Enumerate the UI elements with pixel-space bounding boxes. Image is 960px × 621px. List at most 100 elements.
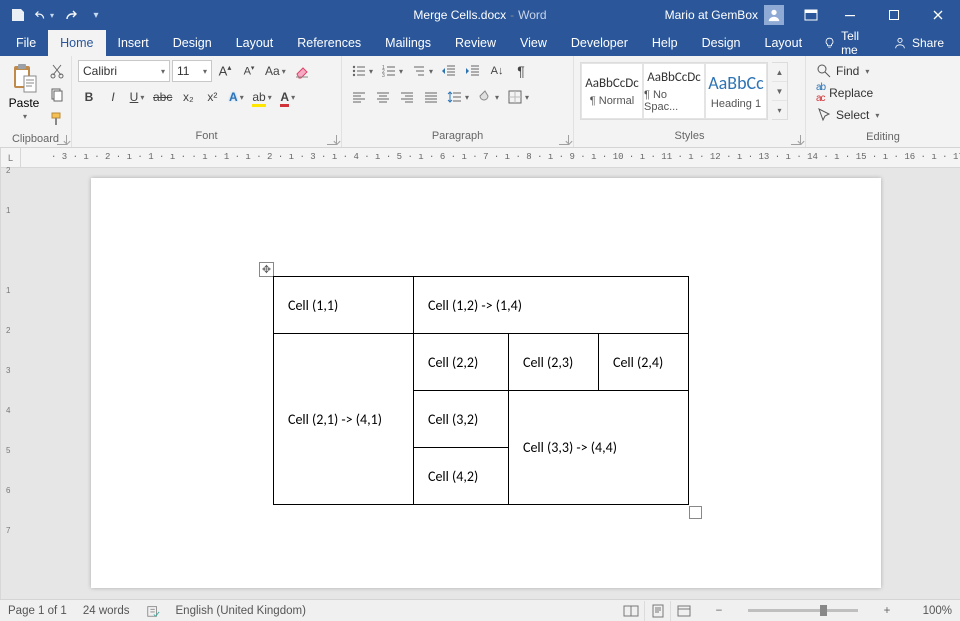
zoom-in-button[interactable]: + — [880, 605, 894, 617]
tab-design[interactable]: Design — [161, 30, 224, 56]
copy-button[interactable] — [46, 84, 68, 106]
undo-button[interactable]: ▾ — [34, 5, 54, 25]
table-cell[interactable]: Cell (2,1) -> (4,1) — [274, 334, 414, 505]
subscript-button[interactable]: x₂ — [177, 86, 199, 108]
decrease-indent-button[interactable] — [438, 60, 460, 82]
tab-references[interactable]: References — [285, 30, 373, 56]
select-button[interactable]: Select▾ — [812, 104, 883, 126]
redo-button[interactable] — [60, 5, 80, 25]
status-language[interactable]: English (United Kingdom) — [176, 605, 306, 617]
view-read-mode[interactable] — [618, 601, 644, 621]
sort-button[interactable]: A↓ — [486, 60, 508, 82]
page[interactable]: ✥ Cell (1,1) Cell (1,2) -> (1,4) Cell (2… — [91, 178, 881, 588]
table-cell[interactable]: Cell (2,2) — [414, 334, 509, 391]
change-case-button[interactable]: Aa▾ — [262, 60, 289, 82]
increase-indent-button[interactable] — [462, 60, 484, 82]
user-account[interactable]: Mario at GemBox — [655, 5, 794, 25]
tab-help[interactable]: Help — [640, 30, 690, 56]
replace-button[interactable]: abac Replace — [812, 82, 877, 104]
table-cell[interactable]: Cell (3,3) -> (4,4) — [509, 391, 689, 505]
tab-layout[interactable]: Layout — [224, 30, 286, 56]
qat-customize-button[interactable]: ▾ — [86, 5, 106, 25]
superscript-button[interactable]: x² — [201, 86, 223, 108]
share-button[interactable]: Share — [885, 36, 952, 50]
tab-view[interactable]: View — [508, 30, 559, 56]
status-page[interactable]: Page 1 of 1 — [8, 605, 67, 617]
zoom-level[interactable]: 100% — [910, 605, 952, 617]
table-move-handle[interactable]: ✥ — [259, 262, 274, 277]
align-right-button[interactable] — [396, 86, 418, 108]
table-cell[interactable]: Cell (2,4) — [599, 334, 689, 391]
styles-scroll[interactable]: ▲ ▼ ▾ — [772, 62, 788, 120]
tab-file[interactable]: File — [4, 30, 48, 56]
zoom-slider-knob[interactable] — [820, 605, 827, 616]
grow-font-button[interactable]: A▴ — [214, 60, 236, 82]
table-cell[interactable]: Cell (4,2) — [414, 448, 509, 505]
bold-button[interactable]: B — [78, 86, 100, 108]
font-dialog-launcher[interactable] — [327, 135, 337, 145]
table-resize-handle[interactable] — [689, 506, 702, 519]
show-marks-button[interactable]: ¶ — [510, 60, 532, 82]
tell-me-button[interactable]: Tell me — [814, 29, 881, 57]
align-left-button[interactable] — [348, 86, 370, 108]
document-area[interactable]: ✥ Cell (1,1) Cell (1,2) -> (1,4) Cell (2… — [1, 168, 960, 599]
status-word-count[interactable]: 24 words — [83, 605, 130, 617]
clipboard-dialog-launcher[interactable] — [57, 135, 67, 145]
borders-button[interactable]: ▾ — [504, 86, 532, 108]
tab-insert[interactable]: Insert — [106, 30, 161, 56]
zoom-out-button[interactable]: − — [712, 605, 726, 617]
text-effects-button[interactable]: A▾ — [225, 86, 247, 108]
justify-button[interactable] — [420, 86, 442, 108]
numbering-button[interactable]: 123▾ — [378, 60, 406, 82]
tab-review[interactable]: Review — [443, 30, 508, 56]
highlight-button[interactable]: ab▾ — [249, 86, 274, 108]
styles-dialog-launcher[interactable] — [791, 135, 801, 145]
format-painter-button[interactable] — [46, 108, 68, 130]
status-proofing[interactable] — [146, 604, 160, 618]
clear-formatting-button[interactable] — [291, 60, 313, 82]
line-spacing-button[interactable]: ▾ — [444, 86, 472, 108]
maximize-button[interactable] — [872, 0, 916, 30]
italic-button[interactable]: I — [102, 86, 124, 108]
strikethrough-button[interactable]: abc — [150, 86, 175, 108]
view-web-layout[interactable] — [670, 601, 696, 621]
table-cell[interactable]: Cell (1,2) -> (1,4) — [414, 277, 689, 334]
find-button[interactable]: Find▾ — [812, 60, 873, 82]
tab-mailings[interactable]: Mailings — [373, 30, 443, 56]
ribbon-display-options-button[interactable] — [794, 0, 828, 30]
document-table[interactable]: Cell (1,1) Cell (1,2) -> (1,4) Cell (2,1… — [273, 276, 689, 505]
underline-button[interactable]: U▾ — [126, 86, 148, 108]
tab-developer[interactable]: Developer — [559, 30, 640, 56]
zoom-slider[interactable] — [748, 609, 858, 612]
minimize-button[interactable] — [828, 0, 872, 30]
styles-gallery[interactable]: AaBbCcDc ¶ Normal AaBbCcDc ¶ No Spac... … — [580, 62, 768, 120]
font-color-button[interactable]: A▾ — [277, 86, 299, 108]
table-cell[interactable]: Cell (2,3) — [509, 334, 599, 391]
style-no-spacing[interactable]: AaBbCcDc ¶ No Spac... — [643, 63, 705, 119]
save-button[interactable] — [8, 5, 28, 25]
style-normal[interactable]: AaBbCcDc ¶ Normal — [581, 63, 643, 119]
styles-scroll-up[interactable]: ▲ — [772, 63, 787, 82]
table-cell[interactable]: Cell (1,1) — [274, 277, 414, 334]
view-print-layout[interactable] — [644, 601, 670, 621]
bullets-button[interactable]: ▾ — [348, 60, 376, 82]
tab-table-design[interactable]: Design — [690, 30, 753, 56]
style-heading1[interactable]: AaBbCc Heading 1 — [705, 63, 767, 119]
tab-table-layout[interactable]: Layout — [753, 30, 815, 56]
close-button[interactable] — [916, 0, 960, 30]
paste-button[interactable]: Paste ▾ — [6, 60, 42, 123]
font-name-combo[interactable]: Calibri▾ — [78, 60, 170, 82]
shading-button[interactable]: ▾ — [474, 86, 502, 108]
shrink-font-button[interactable]: A▾ — [238, 60, 260, 82]
align-center-button[interactable] — [372, 86, 394, 108]
multilevel-list-button[interactable]: ▾ — [408, 60, 436, 82]
horizontal-ruler[interactable]: · 3 · ı · 2 · ı · 1 · ı · · ı · 1 · ı · … — [21, 148, 960, 167]
table-cell[interactable]: Cell (3,2) — [414, 391, 509, 448]
tab-selector[interactable]: L — [1, 148, 21, 167]
cut-button[interactable] — [46, 60, 68, 82]
font-size-combo[interactable]: 11▾ — [172, 60, 212, 82]
styles-scroll-down[interactable]: ▼ — [772, 82, 787, 101]
paragraph-dialog-launcher[interactable] — [559, 135, 569, 145]
tab-home[interactable]: Home — [48, 30, 105, 56]
styles-expand[interactable]: ▾ — [772, 101, 787, 119]
